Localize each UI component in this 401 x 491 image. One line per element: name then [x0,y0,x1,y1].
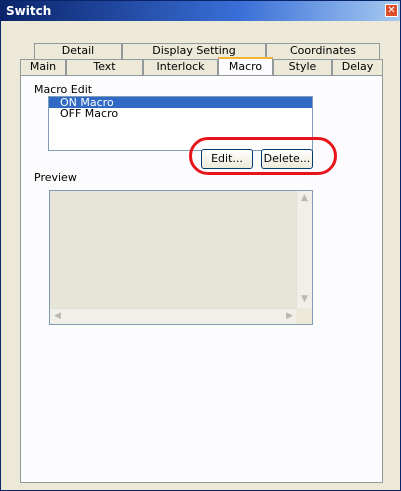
tab-label: Interlock [156,60,205,73]
scroll-down-icon[interactable]: ▼ [301,295,308,304]
scroll-left-icon[interactable]: ◀ [54,312,61,321]
tab-label: Coordinates [289,44,357,57]
tab-interlock[interactable]: Interlock [143,59,218,75]
tab-label: Display Setting [152,44,236,57]
close-button[interactable]: ✕ [385,4,398,17]
tab-delay[interactable]: Delay [332,59,383,75]
tab-coordinates[interactable]: Coordinates [266,43,380,59]
vertical-scrollbar[interactable]: ▲ ▼ [296,191,312,308]
horizontal-scrollbar[interactable]: ◀ ▶ [50,308,297,324]
tab-main[interactable]: Main [20,59,66,75]
tab-label: Detail [61,44,95,57]
close-icon: ✕ [387,5,396,16]
tab-label: Style [288,60,317,73]
tab-label: Delay [341,60,374,73]
window-title: Switch [6,4,52,18]
tab-label: Macro [228,60,263,73]
preview-label: Preview [34,171,77,184]
switch-dialog: Switch ✕ Detail Display Setting Coordina… [0,0,401,491]
tab-text[interactable]: Text [66,59,143,75]
tab-style[interactable]: Style [273,59,332,75]
tab-macro[interactable]: Macro [218,57,273,75]
scroll-up-icon[interactable]: ▲ [301,194,308,203]
preview-area: ▲ ▼ ◀ ▶ [49,190,313,325]
highlight-annotation [189,137,337,175]
title-bar[interactable]: Switch ✕ [1,1,400,21]
scroll-right-icon[interactable]: ▶ [286,312,293,321]
tab-label: Main [29,60,57,73]
macro-edit-label: Macro Edit [34,83,93,96]
tab-detail[interactable]: Detail [34,43,122,59]
macro-tab-panel: Macro Edit ON Macro OFF Macro Edit... De… [20,75,383,483]
scrollbar-corner [296,308,312,324]
tab-label: Text [93,60,116,73]
list-item[interactable]: OFF Macro [49,108,312,119]
